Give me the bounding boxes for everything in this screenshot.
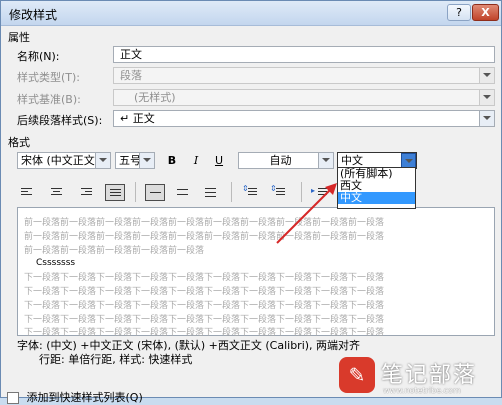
help-button[interactable]: ?	[447, 4, 471, 21]
style-type-select: 段落	[113, 67, 495, 84]
preview-next-paragraph: 下一段落下一段落下一段落下一段落下一段落下一段落下一段落下一段落下一段落下一段落	[24, 328, 385, 338]
style-preview: 前一段落前一段落前一段落前一段落前一段落前一段落前一段落前一段落前一段落前一段落…	[17, 207, 495, 338]
next-style-select[interactable]: ↵ 正文	[113, 110, 495, 127]
watermark-logo-icon: ✎	[339, 357, 375, 393]
double-spacing-icon	[205, 188, 216, 199]
chevron-down-icon[interactable]	[139, 153, 154, 168]
style-based-value: (无样式)	[134, 91, 176, 104]
bold-button[interactable]: B	[163, 152, 181, 169]
align-right-button[interactable]	[77, 184, 97, 201]
preview-previous-paragraph: 前一段落前一段落前一段落前一段落前一段落	[24, 246, 205, 256]
font-size-select[interactable]: 五号	[115, 152, 155, 169]
preview-next-paragraph: 下一段落下一段落下一段落下一段落下一段落下一段落下一段落下一段落下一段落下一段落	[24, 301, 385, 311]
single-spacing-icon	[150, 192, 161, 195]
space-before-button[interactable]: ⇕	[241, 184, 261, 201]
watermark-url: www.notetribe.com	[383, 386, 461, 395]
font-color-select[interactable]: 自动	[238, 152, 334, 169]
name-input[interactable]: 正文	[113, 46, 495, 63]
watermark: ✎ 笔记部落 www.notetribe.com	[339, 357, 499, 397]
preview-current-text: Csssssss	[36, 258, 76, 268]
chevron-down-icon[interactable]	[479, 111, 494, 126]
properties-section-label: 属性	[8, 31, 30, 44]
arrow-up-icon: ⇕	[242, 184, 249, 193]
name-label: 名称(N):	[17, 50, 60, 63]
add-to-quick-styles-checkbox[interactable]	[7, 392, 19, 404]
chevron-down-icon[interactable]	[318, 153, 333, 168]
format-section-label: 格式	[8, 136, 30, 149]
preview-next-paragraph: 下一段落下一段落下一段落下一段落下一段落下一段落下一段落下一段落下一段落下一段落	[24, 287, 385, 297]
italic-button[interactable]: I	[187, 152, 205, 169]
font-select[interactable]: 宋体 (中文正文	[17, 152, 111, 169]
chevron-down-icon	[479, 90, 494, 105]
description-line-1: 字体: (中文) +中文正文 (宋体), (默认) +西文正文 (Calibri…	[17, 339, 361, 352]
justify-icon	[110, 189, 121, 198]
align-right-icon	[81, 188, 92, 197]
justify-button[interactable]	[105, 184, 125, 201]
align-center-icon	[51, 188, 62, 197]
add-to-quick-styles-row[interactable]: 添加到快速样式列表(Q)	[7, 389, 143, 405]
single-spacing-button[interactable]	[145, 184, 165, 201]
next-style-label: 后续段落样式(S):	[17, 114, 103, 127]
chevron-down-icon[interactable]	[401, 153, 416, 168]
style-type-label: 样式类型(T):	[17, 71, 81, 84]
font-value: 宋体 (中文正文	[21, 154, 95, 167]
watermark-text: 笔记部落	[381, 363, 478, 388]
annotation-arrow-line	[276, 188, 332, 244]
align-left-icon	[21, 188, 32, 197]
double-spacing-button[interactable]	[201, 184, 221, 201]
next-style-value: ↵ 正文	[120, 112, 155, 125]
style-based-label: 样式基准(B):	[17, 93, 81, 106]
one-half-spacing-icon	[177, 189, 188, 197]
underline-button[interactable]: U	[210, 152, 228, 169]
align-left-button[interactable]	[17, 184, 37, 201]
style-type-value: 段落	[120, 69, 142, 82]
chevron-down-icon[interactable]	[95, 153, 110, 168]
font-size-value: 五号	[119, 154, 141, 167]
close-button[interactable]: X	[472, 4, 499, 21]
preview-next-paragraph: 下一段落下一段落下一段落下一段落下一段落下一段落下一段落下一段落下一段落下一段落	[24, 315, 385, 325]
one-half-spacing-button[interactable]	[173, 184, 193, 201]
script-option-chinese[interactable]: 中文	[338, 192, 415, 204]
script-dropdown-list[interactable]: (所有脚本) 西文 中文	[337, 167, 416, 209]
script-value: 中文	[341, 154, 363, 167]
title-bar: 修改样式 ? X	[1, 1, 501, 26]
dialog-title: 修改样式	[9, 8, 58, 22]
preview-next-paragraph: 下一段落下一段落下一段落下一段落下一段落下一段落下一段落下一段落下一段落下一段落	[24, 273, 385, 283]
toolbar-divider	[135, 182, 136, 202]
align-center-button[interactable]	[47, 184, 67, 201]
space-before-icon	[248, 188, 259, 197]
chevron-down-icon	[479, 68, 494, 83]
style-based-select: (无样式)	[113, 89, 495, 106]
font-color-value: 自动	[269, 154, 292, 167]
modify-style-dialog: 修改样式 ? X 属性 名称(N): 正文 样式类型(T): 段落 样式基准(B…	[0, 0, 502, 404]
toolbar-divider	[231, 182, 232, 202]
